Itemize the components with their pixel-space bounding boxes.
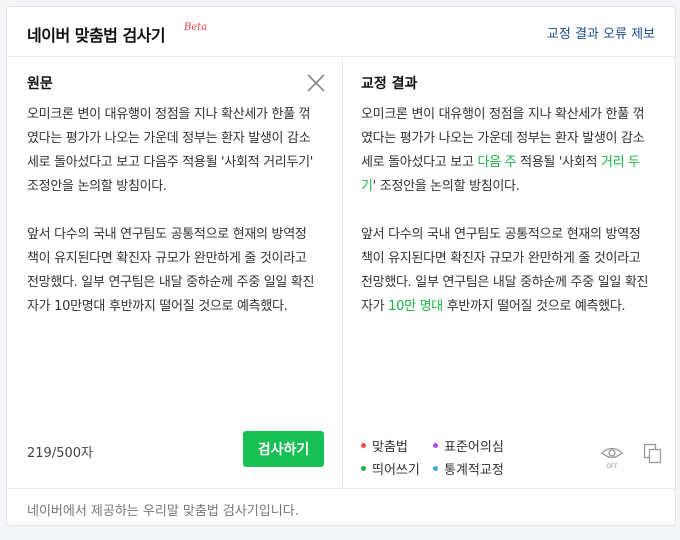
footer-text: 네이버에서 제공하는 우리말 맞춤법 검사기입니다.: [27, 504, 299, 519]
footer: 네이버에서 제공하는 우리말 맞춤법 검사기입니다.: [7, 488, 675, 527]
legend-dot: [433, 443, 438, 448]
report-error-link[interactable]: 교정 결과 오류 제보: [547, 23, 655, 42]
result-text-segment: 적용될 '사회적: [516, 155, 601, 170]
eye-toggle-label: OFF: [606, 463, 618, 470]
check-button[interactable]: 검사하기: [243, 431, 324, 467]
copy-icon[interactable]: [643, 443, 663, 465]
legend-label: 통계적교정: [444, 463, 504, 478]
legend-spelling: 맞춤법: [361, 436, 408, 455]
char-count: 219/500자: [27, 446, 93, 461]
legend-dot: [361, 443, 366, 448]
spacing-correction[interactable]: 다음 주: [477, 155, 516, 170]
legend-dot: [433, 466, 438, 471]
legend-spacing: 띄어쓰기: [361, 459, 420, 478]
original-text-area[interactable]: 오미크론 변이 대유행이 정점을 지나 확산세가 한풀 꺾였다는 평가가 나오는…: [27, 103, 317, 343]
result-title: 교정 결과: [361, 76, 418, 92]
result-paragraph: 앞서 다수의 국내 연구팀도 공통적으로 현재의 방역정책이 유지된다면 확진자…: [361, 223, 651, 319]
result-paragraph: 오미크론 변이 대유행이 정점을 지나 확산세가 한풀 꺾였다는 평가가 나오는…: [361, 103, 651, 199]
result-text-segment: 후반까지 떨어질 것으로 예측했다.: [442, 299, 626, 314]
page-title: 네이버 맞춤법 검사기: [27, 26, 166, 45]
spacing-correction[interactable]: 10만 명대: [388, 299, 443, 314]
original-paragraph: 오미크론 변이 대유행이 정점을 지나 확산세가 한풀 꺾였다는 평가가 나오는…: [27, 107, 314, 194]
panel-divider: [342, 58, 343, 489]
result-text-area: 오미크론 변이 대유행이 정점을 지나 확산세가 한풀 꺾였다는 평가가 나오는…: [361, 103, 651, 343]
spell-checker-card: 네이버 맞춤법 검사기 Beta 교정 결과 오류 제보 원문 오미크론 변이 …: [6, 6, 676, 526]
original-title: 원문: [27, 76, 53, 92]
original-paragraph: 앞서 다수의 국내 연구팀도 공통적으로 현재의 방역정책이 유지된다면 확진자…: [27, 227, 315, 314]
header: 네이버 맞춤법 검사기 Beta 교정 결과 오류 제보: [7, 7, 675, 57]
legend-statistical: 통계적교정: [433, 459, 504, 478]
beta-badge: Beta: [184, 22, 208, 33]
legend-dot: [361, 466, 366, 471]
close-icon[interactable]: [305, 72, 327, 94]
eye-icon[interactable]: OFF: [600, 444, 624, 470]
legend-label: 맞춤법: [372, 440, 408, 455]
legend-label: 표준어의심: [444, 440, 504, 455]
result-text-segment: ' 조정안을 논의할 방침이다.: [372, 179, 520, 194]
legend-standard: 표준어의심: [433, 436, 504, 455]
legend-label: 띄어쓰기: [372, 463, 420, 478]
